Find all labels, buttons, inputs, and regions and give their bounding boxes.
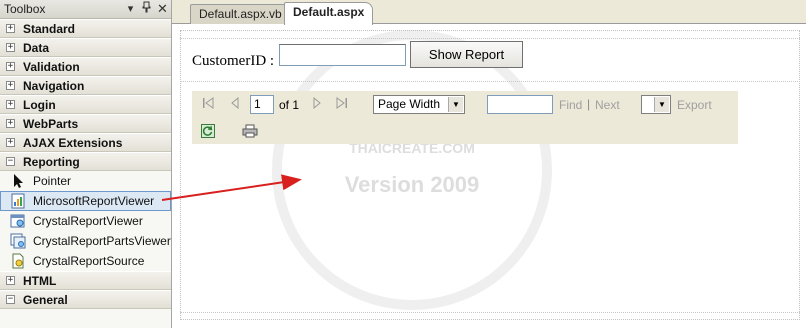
- previous-page-icon[interactable]: [230, 96, 240, 112]
- expand-icon[interactable]: +: [6, 24, 15, 33]
- category-label: HTML: [23, 273, 57, 288]
- tool-crystal-report-viewer[interactable]: CrystalReportViewer: [0, 211, 171, 231]
- expand-icon[interactable]: +: [6, 43, 15, 52]
- crystal-report-source-icon: [10, 253, 26, 269]
- report-viewer-icon: [10, 193, 26, 209]
- toolbox-category-login[interactable]: + Login: [0, 95, 171, 114]
- toolbox-title: Toolbox: [4, 2, 46, 16]
- expand-icon[interactable]: +: [6, 138, 15, 147]
- find-link[interactable]: Find: [559, 98, 582, 112]
- report-viewer-toolbar: 1 of 1 Page Width ▼ Find | Next ▼ Export: [192, 91, 738, 144]
- tool-pointer[interactable]: Pointer: [0, 171, 171, 191]
- collapse-icon[interactable]: −: [6, 157, 15, 166]
- chevron-down-icon[interactable]: ▼: [448, 97, 463, 112]
- tool-label: CrystalReportPartsViewer: [33, 234, 171, 248]
- category-label: AJAX Extensions: [23, 135, 123, 150]
- document-area: Default.aspx.vb Default.aspx THAICREATE.…: [172, 0, 806, 328]
- tool-label: MicrosoftReportViewer: [33, 194, 155, 208]
- category-label: Reporting: [23, 154, 80, 169]
- toolbox-category-webparts[interactable]: + WebParts: [0, 114, 171, 133]
- category-label: WebParts: [23, 116, 79, 131]
- toolbox-category-html[interactable]: + HTML: [0, 271, 171, 290]
- toolbox-category-navigation[interactable]: + Navigation: [0, 76, 171, 95]
- category-label: Data: [23, 40, 50, 55]
- customer-id-label: CustomerID :: [192, 53, 275, 69]
- design-surface[interactable]: [180, 30, 800, 320]
- tool-label: Pointer: [33, 174, 72, 188]
- crystal-report-parts-viewer-icon: [10, 233, 26, 249]
- find-separator: |: [587, 97, 591, 111]
- crystal-report-viewer-icon: [10, 213, 26, 229]
- tab-default-aspx-vb[interactable]: Default.aspx.vb: [190, 4, 291, 24]
- customer-id-input[interactable]: [279, 44, 406, 66]
- divider: [180, 312, 800, 313]
- tab-default-aspx[interactable]: Default.aspx: [284, 2, 374, 25]
- expand-icon[interactable]: +: [6, 276, 15, 285]
- toolbox-category-reporting[interactable]: − Reporting: [0, 152, 171, 171]
- toolbox-window-buttons: ▾ ✕: [125, 1, 168, 18]
- pointer-icon: [10, 173, 26, 189]
- export-format-select[interactable]: ▼: [641, 95, 671, 114]
- close-icon[interactable]: ✕: [157, 1, 168, 18]
- refresh-icon[interactable]: [201, 124, 215, 141]
- category-label: Navigation: [23, 78, 85, 93]
- toolbox-category-standard[interactable]: + Standard: [0, 19, 171, 38]
- category-label: Validation: [23, 59, 80, 74]
- document-tabs: Default.aspx.vb Default.aspx: [172, 0, 806, 25]
- first-page-icon[interactable]: [202, 97, 214, 112]
- toolbox-category-ajax-extensions[interactable]: + AJAX Extensions: [0, 133, 171, 152]
- category-label: Standard: [23, 21, 76, 36]
- divider: [180, 81, 800, 82]
- category-label: General: [23, 292, 68, 307]
- toolbox-category-general[interactable]: − General: [0, 290, 171, 309]
- dropdown-icon[interactable]: ▾: [125, 1, 136, 18]
- page-number-input[interactable]: 1: [250, 95, 274, 114]
- divider: [180, 38, 800, 39]
- toolbox-titlebar: Toolbox ▾ ✕: [0, 0, 171, 19]
- print-icon[interactable]: [242, 124, 258, 141]
- collapse-icon[interactable]: −: [6, 295, 15, 304]
- toolbox-panel: Toolbox ▾ ✕ + Standard + Data + Validati…: [0, 0, 172, 328]
- pin-icon[interactable]: [141, 1, 152, 18]
- next-page-icon[interactable]: [312, 96, 322, 112]
- show-report-button[interactable]: Show Report: [410, 41, 523, 68]
- chevron-down-icon[interactable]: ▼: [654, 97, 669, 112]
- expand-icon[interactable]: +: [6, 100, 15, 109]
- page-count-label: of 1: [279, 98, 300, 112]
- tool-crystal-report-source[interactable]: CrystalReportSource: [0, 251, 171, 271]
- toolbox-category-validation[interactable]: + Validation: [0, 57, 171, 76]
- tool-microsoft-report-viewer[interactable]: MicrosoftReportViewer: [0, 191, 171, 211]
- last-page-icon[interactable]: [336, 97, 348, 112]
- zoom-value: Page Width: [378, 97, 441, 111]
- find-input[interactable]: [487, 95, 553, 114]
- zoom-select[interactable]: Page Width ▼: [373, 95, 465, 114]
- expand-icon[interactable]: +: [6, 81, 15, 90]
- toolbox-category-data[interactable]: + Data: [0, 38, 171, 57]
- tool-label: CrystalReportSource: [33, 254, 145, 268]
- expand-icon[interactable]: +: [6, 62, 15, 71]
- find-next-link[interactable]: Next: [595, 98, 620, 112]
- expand-icon[interactable]: +: [6, 119, 15, 128]
- tool-crystal-report-parts-viewer[interactable]: CrystalReportPartsViewer: [0, 231, 171, 251]
- category-label: Login: [23, 97, 56, 112]
- tool-label: CrystalReportViewer: [33, 214, 143, 228]
- export-link[interactable]: Export: [677, 98, 712, 112]
